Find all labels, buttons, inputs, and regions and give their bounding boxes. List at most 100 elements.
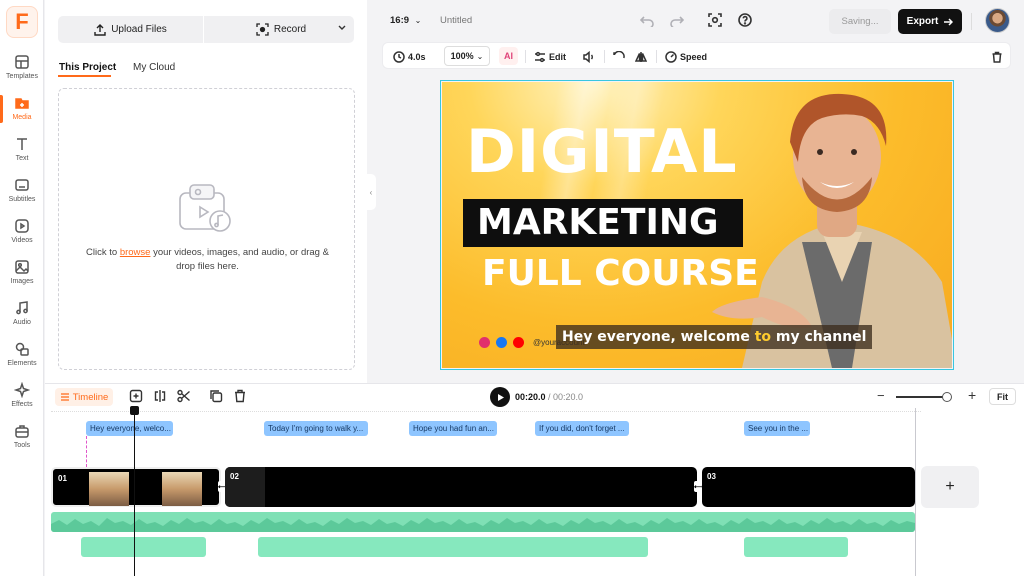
flip-button[interactable] <box>635 48 647 65</box>
timeline-icon <box>60 393 69 401</box>
sidebar-item-effects[interactable]: Effects <box>0 382 44 420</box>
youtube-icon <box>513 337 524 348</box>
elements-icon <box>15 342 29 356</box>
fit-button[interactable]: Fit <box>989 388 1016 405</box>
sidebar-item-label: Effects <box>11 401 33 408</box>
audio-clip[interactable] <box>258 537 648 557</box>
media-dropzone[interactable]: Click to browse your videos, images, and… <box>58 88 355 370</box>
duplicate-button[interactable] <box>209 389 223 403</box>
sidebar-item-label: Text <box>15 155 29 162</box>
subtitle-clip[interactable]: Hey everyone, welco... <box>86 421 173 436</box>
plus-square-icon <box>129 389 143 403</box>
current-time: 00:20.0 <box>515 392 546 402</box>
preview-button[interactable] <box>707 12 723 28</box>
playhead[interactable] <box>134 407 135 576</box>
sidebar-item-audio[interactable]: Audio <box>0 300 44 338</box>
media-icon <box>15 98 29 109</box>
sidebar-item-label: Templates <box>6 73 38 80</box>
sidebar-item-tools[interactable]: Tools <box>0 423 44 461</box>
audio-icon <box>16 301 28 315</box>
audio-clip[interactable] <box>81 537 206 557</box>
zoom-slider-handle[interactable] <box>942 392 952 402</box>
ai-tools-button[interactable]: AI <box>499 47 518 65</box>
upload-files-button[interactable]: Upload Files <box>58 16 203 43</box>
subtitle-clip[interactable]: If you did, don't forget ... <box>535 421 629 436</box>
sidebar-item-label: Media <box>12 114 32 121</box>
edit-button[interactable]: Edit <box>534 48 566 65</box>
zoom-value: 100% <box>450 51 474 61</box>
playback-time: 00:20.0 / 00:20.0 <box>515 392 583 402</box>
chevron-down-icon <box>338 25 346 30</box>
collapse-panel-handle[interactable]: ‹ <box>366 174 376 210</box>
undo-button[interactable] <box>639 12 655 28</box>
delete-element-button[interactable] <box>991 48 1003 65</box>
text-icon <box>17 138 27 150</box>
video-clip-03[interactable]: 03 <box>702 467 915 507</box>
sidebar-item-subtitles[interactable]: Subtitles <box>0 177 44 215</box>
sidebar-item-text[interactable]: Text <box>0 136 44 174</box>
add-clip-button[interactable]: + <box>921 466 979 508</box>
rotate-button[interactable] <box>613 48 625 65</box>
volume-button[interactable] <box>583 48 595 65</box>
audio-clip[interactable] <box>744 537 848 557</box>
subtitle-clip[interactable]: See you in the ... <box>744 421 810 436</box>
clip-number: 02 <box>230 472 239 481</box>
duration-control[interactable]: 4.0s <box>393 48 426 65</box>
sidebar-item-images[interactable]: Images <box>0 259 44 297</box>
clip-number: 01 <box>58 474 67 483</box>
record-icon <box>256 23 269 36</box>
divider <box>604 50 605 63</box>
delete-clip-button[interactable] <box>233 389 247 403</box>
browse-link[interactable]: browse <box>120 247 151 258</box>
trash-icon <box>992 51 1002 63</box>
preview-canvas[interactable]: DIGITAL MARKETING FULL COURSE @youraccou… <box>440 80 954 370</box>
video-frame: DIGITAL MARKETING FULL COURSE @youraccou… <box>442 82 952 368</box>
left-rail: F Templates Media Text Subtitles Videos … <box>0 0 44 576</box>
record-button[interactable]: Record <box>208 16 354 43</box>
export-button[interactable]: Export <box>898 9 962 34</box>
logo-letter: F <box>15 9 29 34</box>
video-clip-02[interactable]: 02 <box>225 467 697 507</box>
redo-button[interactable] <box>669 12 685 28</box>
timeline-toggle-button[interactable]: Timeline <box>55 388 113 406</box>
project-title[interactable]: Untitled <box>440 15 472 26</box>
subtitle-part1: Hey everyone, welcome <box>562 329 755 345</box>
subtitle-clip[interactable]: Hope you had fun an... <box>409 421 497 436</box>
media-panel: Upload Files Record This Project My Clou… <box>45 0 367 383</box>
sidebar-item-media[interactable]: Media <box>0 95 44 133</box>
subtitle-highlight: to <box>754 329 772 345</box>
headline-line1: DIGITAL <box>466 117 738 187</box>
chevron-down-icon: ⌄ <box>476 51 484 61</box>
scissors-icon <box>177 389 190 403</box>
subtitle-clip[interactable]: Today I'm going to walk y... <box>264 421 368 436</box>
zoom-dropdown[interactable]: 100% ⌄ <box>444 46 490 66</box>
help-button[interactable] <box>737 12 753 28</box>
zoom-in-button[interactable]: + <box>968 387 976 403</box>
split-button[interactable] <box>153 389 167 403</box>
audio-track-main[interactable] <box>51 512 915 532</box>
cut-button[interactable] <box>177 389 191 403</box>
zoom-out-button[interactable]: − <box>877 388 885 403</box>
trash-icon <box>235 389 245 403</box>
play-button[interactable] <box>490 387 510 407</box>
sidebar-item-templates[interactable]: Templates <box>0 54 44 92</box>
active-tab-underline <box>58 75 111 77</box>
app-logo[interactable]: F <box>6 6 38 38</box>
total-time: / 00:20.0 <box>545 392 584 402</box>
tab-my-cloud[interactable]: My Cloud <box>133 62 175 73</box>
timeline-ruler <box>51 411 921 412</box>
subtitle-overlay[interactable]: Hey everyone, welcome to my channel <box>556 325 873 349</box>
speed-button[interactable]: Speed <box>665 48 707 65</box>
aspect-ratio-dropdown[interactable]: 16:9 ⌄ <box>390 15 421 26</box>
add-element-button[interactable] <box>129 389 143 403</box>
sidebar-item-elements[interactable]: Elements <box>0 341 44 379</box>
saving-status: Saving... <box>829 9 891 34</box>
element-toolbar: 4.0s 100% ⌄ AI Edit Speed <box>382 42 1011 69</box>
sidebar-item-label: Subtitles <box>8 196 36 203</box>
sidebar-item-videos[interactable]: Videos <box>0 218 44 256</box>
preview-icon <box>708 13 722 27</box>
video-clip-01[interactable]: 01 <box>51 467 221 507</box>
user-avatar[interactable] <box>985 8 1010 33</box>
clip-thumbnail <box>89 472 129 506</box>
tab-this-project[interactable]: This Project <box>59 62 116 73</box>
